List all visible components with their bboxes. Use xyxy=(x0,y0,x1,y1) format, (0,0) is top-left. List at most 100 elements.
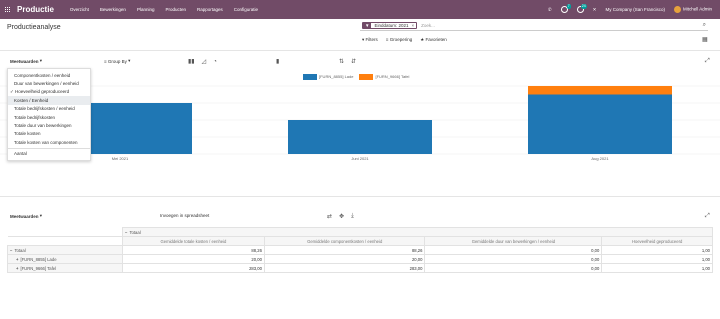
insert-label: Invoegen in spreadsheet xyxy=(160,213,210,218)
sort-descending-icon[interactable]: ⇅ xyxy=(339,58,344,65)
pivot-cell[interactable]: 88,26 xyxy=(263,245,426,255)
x-tick-label: Aug 2021 xyxy=(591,156,609,161)
pivot-cell[interactable]: 1,00 xyxy=(601,254,713,264)
menu-item-rapportages[interactable]: Rapportages xyxy=(197,7,223,12)
legend-item-tafel[interactable]: [FURN_9666] Tafel xyxy=(359,74,409,80)
flip-axis-icon[interactable]: ⇄ xyxy=(327,213,332,220)
pivot-cell[interactable]: 20,00 xyxy=(263,254,426,264)
pivot-cell[interactable]: 20,00 xyxy=(122,254,265,264)
pie-chart-icon[interactable]: ◔ xyxy=(213,59,217,65)
graph-groupby-button[interactable]: ≡ Group By ▾ xyxy=(104,58,130,64)
user-menu[interactable]: Mitchell Admin xyxy=(673,6,712,13)
menu-item-configuratie[interactable]: Configuratie xyxy=(234,7,258,12)
measure-option-label: Hoeveelheid geproduceerd xyxy=(15,89,70,95)
stacked-button[interactable]: ▮ xyxy=(276,58,279,65)
expand-graph-button[interactable]: ⤢ xyxy=(705,58,710,65)
pivot-cell[interactable]: 1,00 xyxy=(601,263,713,273)
measure-option[interactable]: Totale bedrijfskosten / eenheid xyxy=(8,105,90,113)
search-input[interactable]: Zoek... xyxy=(421,23,435,28)
expand-all-icon[interactable]: ✥ xyxy=(339,213,344,220)
menu-item-bewerkingen[interactable]: Bewerkingen xyxy=(100,7,126,12)
pivot-view-icon[interactable]: ▦ xyxy=(702,37,708,43)
menu-item-overzicht[interactable]: Overzicht xyxy=(70,7,89,12)
sort-ascending-icon[interactable]: ⇵ xyxy=(351,58,356,65)
filters-button[interactable]: ▾ Filters xyxy=(362,37,378,43)
pivot-col-header[interactable]: − Totaal xyxy=(122,227,713,237)
line-chart-icon[interactable]: ◿ xyxy=(202,58,207,65)
search-bar[interactable]: ▼ Einddatum: 2021 × Zoek... ⌕ xyxy=(360,21,708,31)
pivot-cell[interactable]: 1,00 xyxy=(601,245,713,255)
pivot-corner xyxy=(7,236,123,246)
expand-icon: ⤢ xyxy=(705,213,710,219)
measure-option-label: Totale bedrijfskosten / eenheid xyxy=(14,106,75,112)
measure-option[interactable]: Componentkosten / eenheid xyxy=(8,71,90,79)
facet-value: Einddatum: 2021 xyxy=(374,23,409,28)
pivot-actions: ⇄ ✥ ⤓ xyxy=(327,213,354,220)
measure-option[interactable]: Aantal xyxy=(8,150,90,158)
collapse-icon: − xyxy=(125,229,128,235)
pivot-row-header[interactable]: + [FURN_8855] Lade xyxy=(7,254,123,264)
menu-item-producten[interactable]: Producten xyxy=(165,7,186,12)
x-tick-label: Juni 2021 xyxy=(351,156,369,161)
phone-icon[interactable]: ✆ xyxy=(548,7,552,13)
pivot-cell[interactable]: 0,00 xyxy=(424,245,603,255)
pivot-row-header[interactable]: − Totaal xyxy=(7,245,123,255)
legend-swatch xyxy=(359,74,374,80)
measure-header[interactable]: Gemiddelde totale kosten / eenheid xyxy=(122,236,265,246)
expand-icon: + xyxy=(16,256,19,262)
groupby-button[interactable]: ≡ Groepering xyxy=(386,37,412,43)
navbar-systray: ✆ 7 24 ✕ My Company (San Francisco) Mitc… xyxy=(548,4,712,13)
company-switcher[interactable]: My Company (San Francisco) xyxy=(605,7,665,12)
graph-measures-button[interactable]: Meetwaarden ▾ xyxy=(10,58,42,64)
search-panel-buttons: ▾ Filters ≡ Groepering ★ Favorieten xyxy=(362,37,447,43)
measure-header[interactable]: Gemiddelde duur van bewerkingen / eenhei… xyxy=(424,236,603,246)
activity-badge: 24 xyxy=(580,4,587,9)
pivot-row-header[interactable]: + [FURN_9666] Tafel xyxy=(7,263,123,273)
pivot-measures-button[interactable]: Meetwaarden ▾ xyxy=(10,213,42,219)
measure-header[interactable]: Hoeveelheid geproduceerd xyxy=(601,236,713,246)
measure-option[interactable]: Totale bedrijfskosten xyxy=(8,113,90,121)
star-icon: ★ xyxy=(420,37,425,42)
measure-header[interactable]: Gemiddelde componentkosten / eenheid xyxy=(263,236,426,246)
favorites-label: Favorieten xyxy=(425,37,447,42)
pivot-cell[interactable]: 88,26 xyxy=(122,245,265,255)
app-grid-icon[interactable] xyxy=(5,6,11,13)
measure-option[interactable]: Kosten / Eenheid xyxy=(8,96,90,105)
user-name: Mitchell Admin xyxy=(682,6,712,12)
pivot-cell[interactable]: 283,00 xyxy=(263,263,426,273)
collapse-icon: − xyxy=(10,247,13,253)
app-name[interactable]: Productie xyxy=(17,5,54,14)
activity-icon[interactable]: 24 xyxy=(576,4,587,13)
pivot-cell[interactable]: 0,00 xyxy=(424,254,603,264)
stack-icon: ▮ xyxy=(276,59,280,65)
measure-option[interactable]: Totale kosten van componenten xyxy=(8,138,90,146)
measure-option[interactable]: Duur van bewerkingen / eenheid xyxy=(8,79,90,87)
measure-option[interactable]: Totale duur van bewerkingen xyxy=(8,121,90,129)
close-icon[interactable]: × xyxy=(412,23,417,28)
settings-icon[interactable]: ✕ xyxy=(593,7,597,13)
bar-chart: Mei 2021 Juni 2021 Aug 2021 xyxy=(0,85,720,161)
search-icon[interactable]: ⌕ xyxy=(703,22,706,29)
avatar xyxy=(673,6,681,13)
pivot-header-row: − Totaal xyxy=(7,227,713,237)
expand-pivot-button[interactable]: ⤢ xyxy=(705,213,710,220)
expand-icon: ⤢ xyxy=(705,58,710,64)
pivot-corner xyxy=(7,227,123,237)
chat-icon[interactable]: 7 xyxy=(560,4,571,13)
top-navbar: Productie Overzicht Bewerkingen Planning… xyxy=(0,0,720,19)
legend-label: [FURN_9666] Tafel xyxy=(375,74,410,80)
menu-item-planning[interactable]: Planning xyxy=(137,7,155,12)
pivot-table: − Totaal Gemiddelde totale kosten / eenhe… xyxy=(7,227,713,273)
pivot-cell[interactable]: 0,00 xyxy=(424,263,603,273)
pivot-cell[interactable]: 283,00 xyxy=(122,263,265,273)
measure-option[interactable]: Totale kosten xyxy=(8,130,90,138)
search-facet[interactable]: ▼ Einddatum: 2021 × xyxy=(362,22,418,29)
insert-spreadsheet-button[interactable]: Invoegen in spreadsheet xyxy=(160,213,209,218)
favorites-button[interactable]: ★ Favorieten xyxy=(420,37,447,43)
download-icon[interactable]: ⤓ xyxy=(351,213,354,220)
bar-chart-icon[interactable]: ▮▮ xyxy=(188,58,195,65)
measure-option[interactable]: ✓ Hoeveelheid geproduceerd xyxy=(8,88,90,96)
legend-item-lade[interactable]: [FURN_8855] Lade xyxy=(303,74,353,80)
measure-option-label: Duur van bewerkingen / eenheid xyxy=(14,80,79,86)
pivot-row-label: [FURN_9666] Tafel xyxy=(20,265,56,271)
